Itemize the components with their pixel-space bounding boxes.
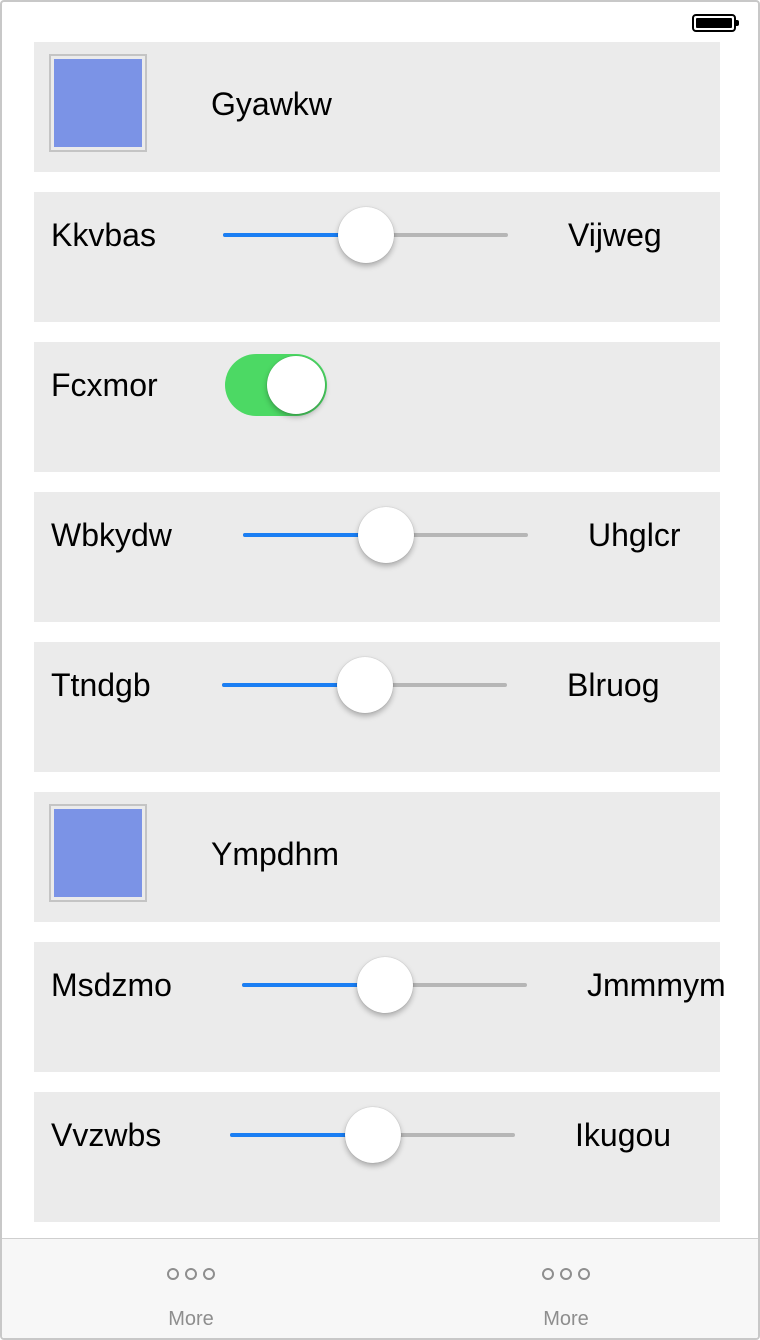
swatch-label: Gyawkw xyxy=(211,86,332,122)
color-swatch[interactable] xyxy=(49,54,147,152)
slider-max-label: Blruog xyxy=(567,667,660,703)
toggle-switch[interactable] xyxy=(225,354,327,416)
slider[interactable] xyxy=(222,655,507,715)
slider-thumb[interactable] xyxy=(357,507,414,563)
slider-max-label: Uhglcr xyxy=(588,517,681,553)
slider[interactable] xyxy=(223,205,508,265)
slider-thumb[interactable] xyxy=(344,1107,401,1163)
color-swatch-row: Gyawkw xyxy=(34,42,720,172)
battery-icon xyxy=(692,14,739,32)
slider-row: Kkvbas Vijweg xyxy=(34,192,720,322)
slider[interactable] xyxy=(230,1105,515,1165)
slider-thumb[interactable] xyxy=(356,957,413,1013)
swatch-color xyxy=(54,809,142,897)
tab-bar: More More xyxy=(2,1238,758,1338)
slider-min-label: Ttndgb xyxy=(51,667,151,703)
status-bar xyxy=(2,2,758,42)
slider-max-label: Jmmmym xyxy=(587,967,726,1003)
tab-label: More xyxy=(168,1308,214,1330)
slider-row: Ttndgb Blruog xyxy=(34,642,720,772)
app-screen: Gyawkw Kkvbas Vijweg Fcxmor Wbkydw Uhglc… xyxy=(0,0,760,1340)
more-icon xyxy=(2,1267,380,1281)
slider-row: Msdzmo Jmmmym xyxy=(34,942,726,1072)
slider-min-label: Msdzmo xyxy=(51,967,172,1003)
slider-thumb[interactable] xyxy=(337,207,394,263)
slider-thumb[interactable] xyxy=(336,657,393,713)
tab-more-1[interactable]: More xyxy=(2,1239,380,1338)
swatch-label: Ympdhm xyxy=(211,836,340,872)
slider-max-label: Ikugou xyxy=(575,1117,672,1153)
slider-row: Wbkydw Uhglcr xyxy=(34,492,720,622)
slider-max-label: Vijweg xyxy=(568,217,662,253)
toggle-knob xyxy=(267,356,325,414)
swatch-color xyxy=(54,59,142,147)
toggle-label: Fcxmor xyxy=(51,367,158,403)
slider[interactable] xyxy=(242,955,527,1015)
slider-min-label: Kkvbas xyxy=(51,217,156,253)
color-swatch[interactable] xyxy=(49,804,147,902)
slider-row: Vvzwbs Ikugou xyxy=(34,1092,720,1222)
slider-min-label: Wbkydw xyxy=(51,517,172,553)
slider-min-label: Vvzwbs xyxy=(51,1117,162,1153)
tab-label: More xyxy=(543,1308,589,1330)
more-icon xyxy=(377,1267,755,1281)
tab-more-2[interactable]: More xyxy=(377,1239,755,1338)
toggle-row: Fcxmor xyxy=(34,342,720,472)
color-swatch-row: Ympdhm xyxy=(34,792,720,922)
slider[interactable] xyxy=(243,505,528,565)
